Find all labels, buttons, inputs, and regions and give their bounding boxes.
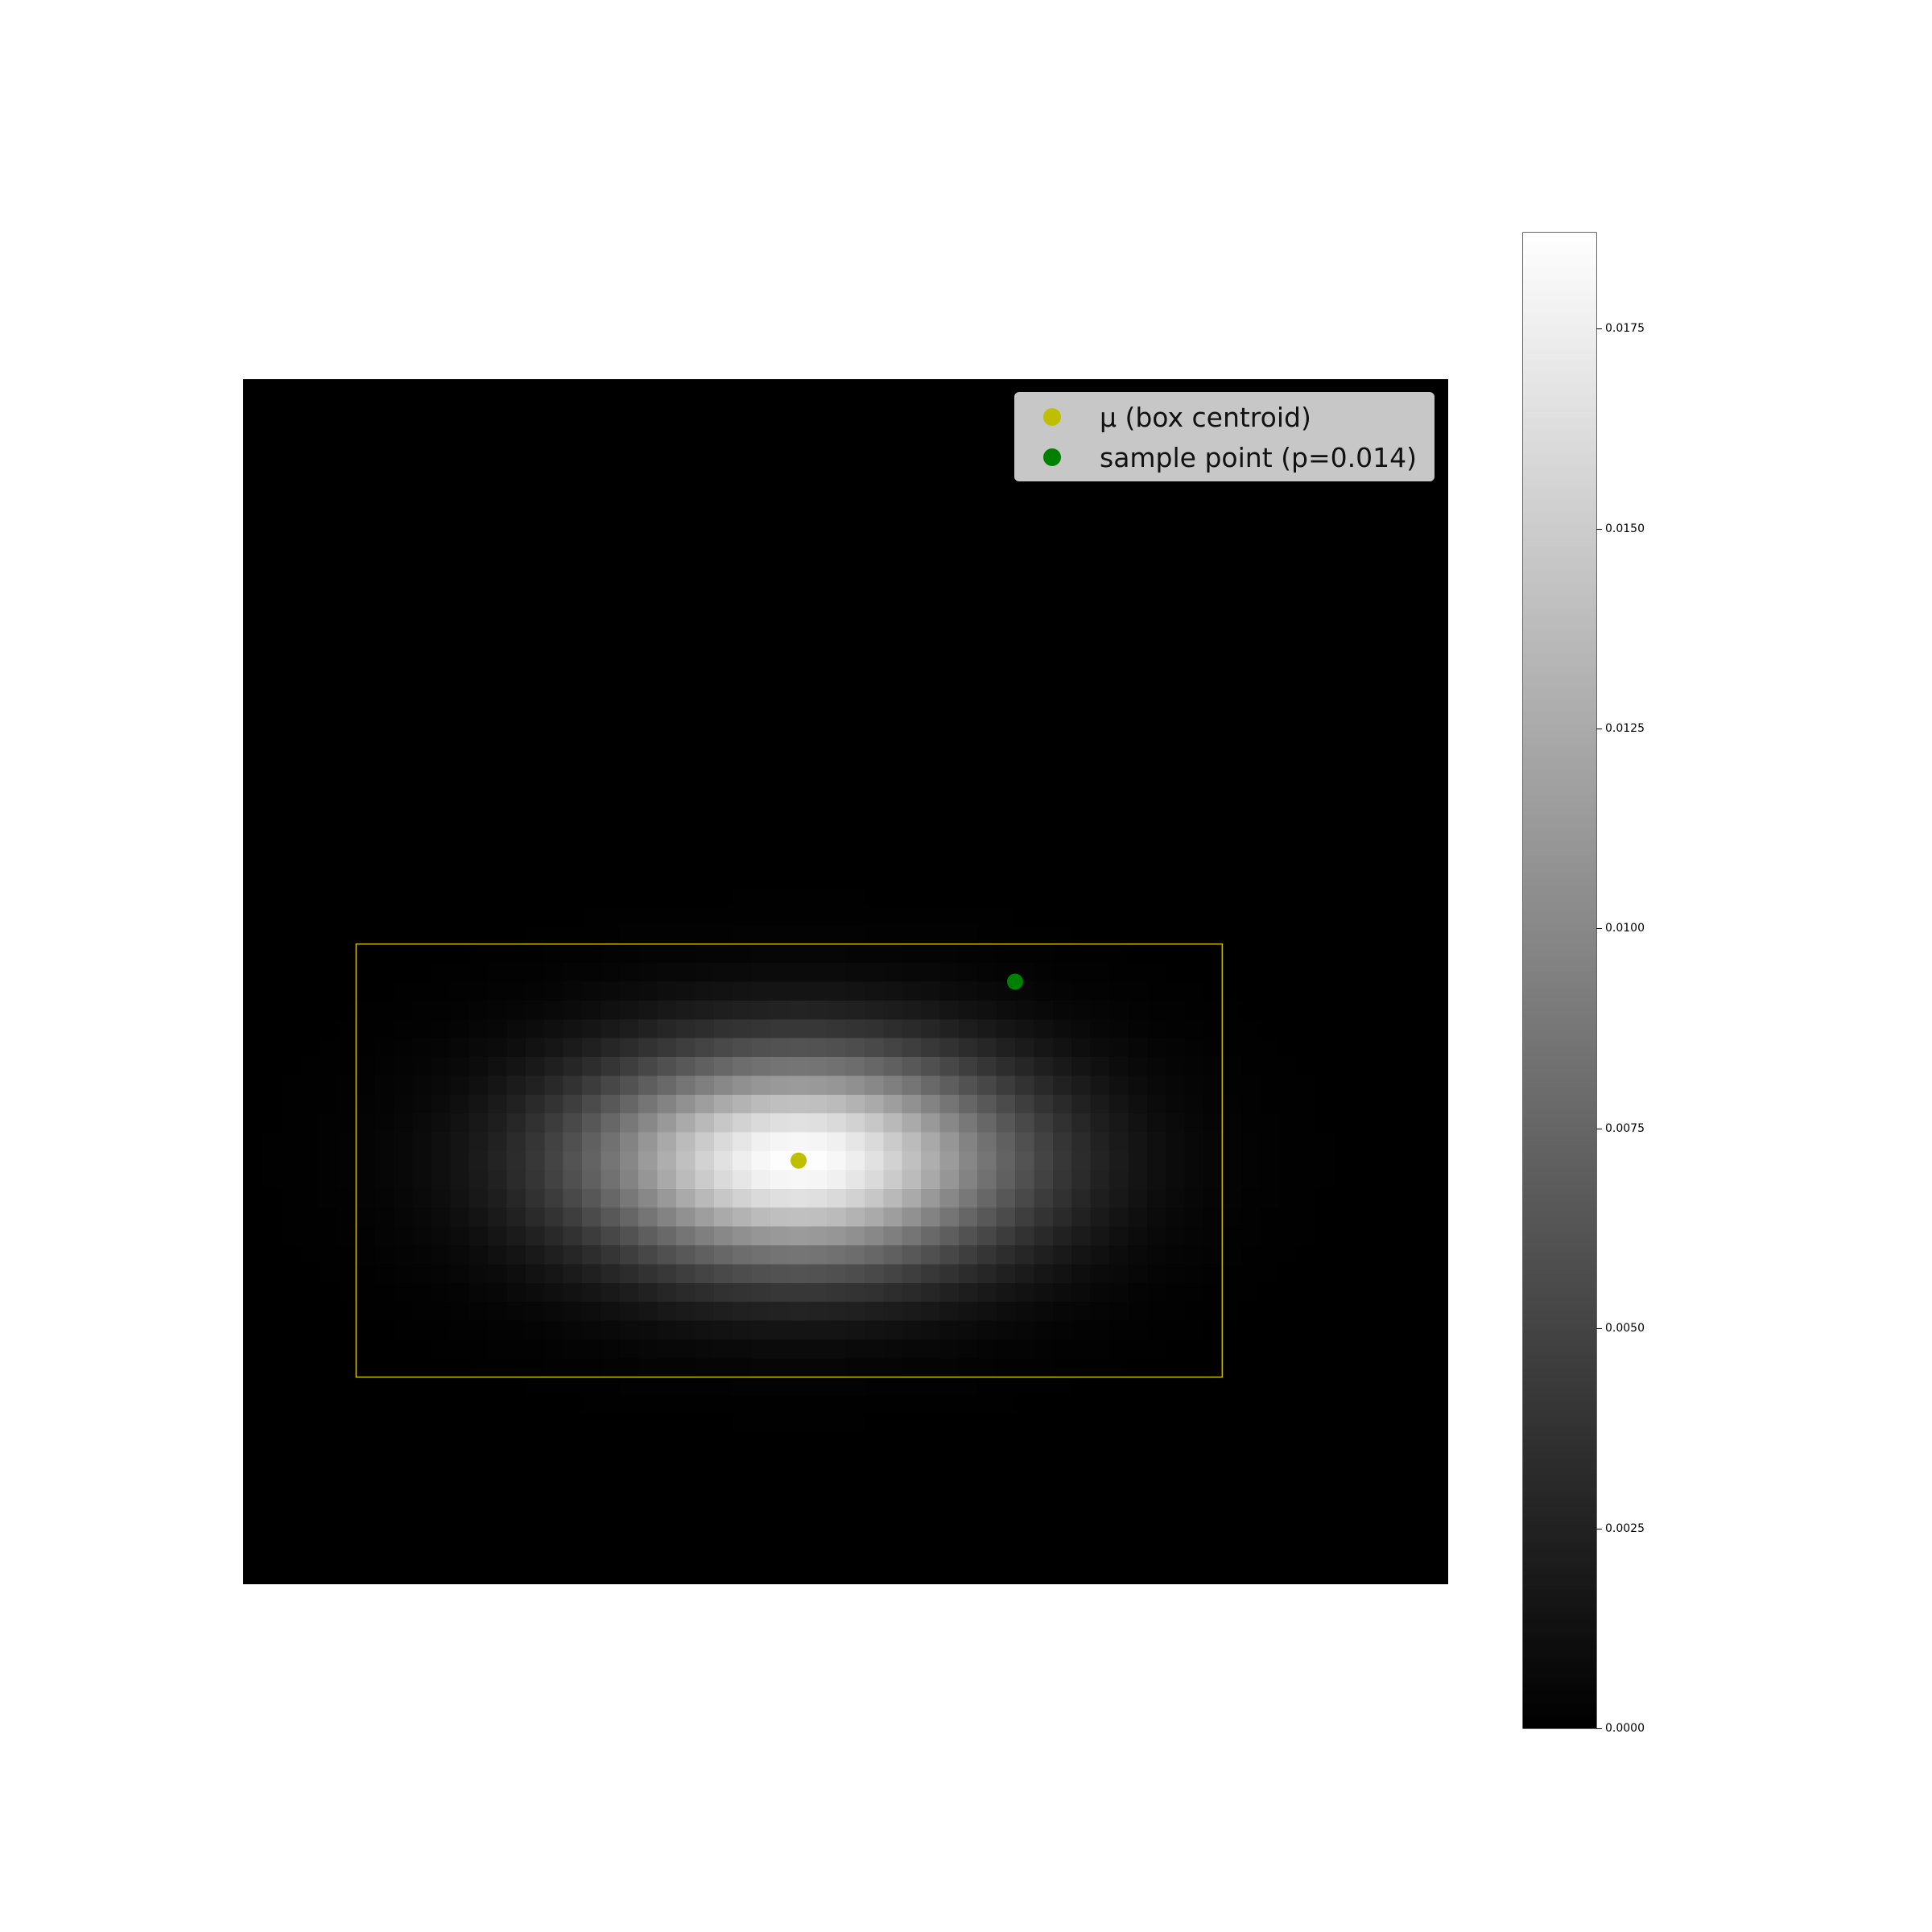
colorbar-gradient bbox=[1523, 233, 1596, 1728]
colorbar-tick bbox=[1596, 1728, 1602, 1729]
colorbar-tick-label: 0.0150 bbox=[1605, 522, 1645, 535]
figure: 0.0000 0.0025 0.0050 0.0075 0.0100 0.0125 0.01… bbox=[0, 0, 1932, 1932]
colorbar-tick-label: 0.0125 bbox=[1605, 722, 1645, 735]
legend-entry-sample: sample point (p=0.014) bbox=[1014, 438, 1435, 478]
legend-entry-centroid: μ (box centroid) bbox=[1014, 397, 1435, 437]
legend-marker-centroid bbox=[1043, 408, 1061, 426]
legend-marker-sample bbox=[1043, 448, 1061, 466]
colorbar-tick bbox=[1596, 1328, 1602, 1329]
colorbar-tick-label: 0.0025 bbox=[1605, 1522, 1645, 1535]
colorbar-tick-label: 0.0050 bbox=[1605, 1322, 1645, 1335]
colorbar-tick-label: 0.0175 bbox=[1605, 322, 1645, 335]
colorbar-tick bbox=[1596, 928, 1602, 929]
colorbar-tick-label: 0.0100 bbox=[1605, 922, 1645, 935]
sample-point bbox=[1007, 973, 1024, 990]
plot-overlay bbox=[355, 232, 1597, 1729]
legend: μ (box centroid) sample point (p=0.014) bbox=[1014, 392, 1435, 481]
colorbar-tick-label: 0.0000 bbox=[1605, 1722, 1645, 1735]
colorbar-tick bbox=[1596, 529, 1602, 530]
colorbar-tick-label: 0.0075 bbox=[1605, 1122, 1645, 1135]
centroid-point bbox=[791, 1152, 807, 1169]
colorbar-tick bbox=[1596, 1529, 1602, 1530]
colorbar-tick bbox=[1596, 328, 1602, 329]
bounding-box bbox=[355, 943, 1224, 1378]
legend-label-centroid: μ (box centroid) bbox=[1100, 402, 1311, 433]
legend-label-sample: sample point (p=0.014) bbox=[1100, 442, 1417, 473]
